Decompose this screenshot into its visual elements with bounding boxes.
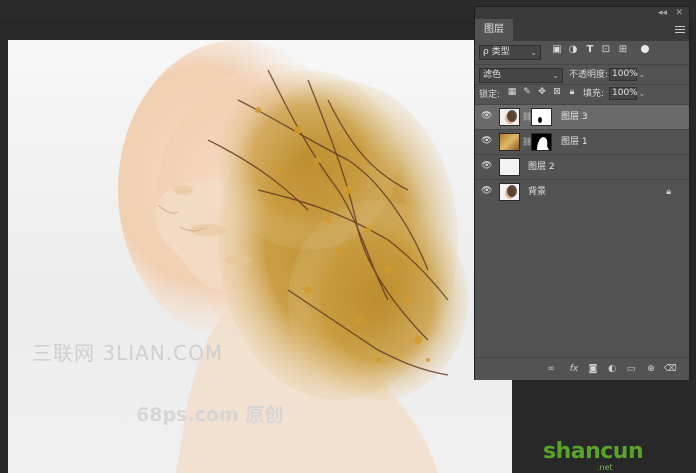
layers-list: 👁︎ ⛓︎ 图层 3 👁︎ ⛓︎ 图层 1 👁︎ 图层 2 👁︎ 背景 🔒︎	[475, 104, 689, 204]
layer-lock-icon: 🔒︎	[666, 187, 671, 197]
image-filter-icon[interactable]: ▣	[552, 45, 562, 55]
layer-row-1[interactable]: 👁︎ ⛓︎ 图层 1	[475, 129, 689, 154]
lock-position-icon[interactable]: ✥	[537, 87, 547, 97]
watermark-68ps: 68ps.com 原创	[136, 404, 284, 426]
document-canvas[interactable]: 三联网 3LIAN.COM 68ps.com 原创	[8, 40, 512, 473]
layers-panel: ◂◂ ✕ 图层 ρ 类型 ⌄ ▣ ◑ T ⊡ ⊞ 滤色 ⌄ 不透明度: 100%…	[474, 6, 690, 380]
fx-icon[interactable]: fx	[568, 363, 580, 375]
visibility-eye-icon[interactable]: 👁︎	[481, 137, 493, 146]
visibility-eye-icon[interactable]: 👁︎	[481, 112, 493, 121]
blend-options-row: 滤色 ⌄ 不透明度: 100% ⌄	[475, 64, 689, 85]
filter-toggle-icon[interactable]	[641, 45, 649, 53]
blend-mode-value: 滤色	[483, 70, 502, 80]
chevron-down-icon: ⌄	[530, 48, 537, 57]
fill-label: 填充:	[583, 89, 605, 99]
layer-thumbnail-portrait	[499, 183, 520, 201]
tab-layers[interactable]: 图层	[475, 19, 513, 41]
type-filter-icon[interactable]: T	[585, 45, 595, 55]
layer-row-2[interactable]: 👁︎ 图层 2	[475, 154, 689, 179]
layer-filter-row: ρ 类型 ⌄	[475, 43, 689, 63]
adjustment-filter-icon[interactable]: ◑	[568, 45, 578, 55]
lock-all-icon[interactable]: 🔒︎	[567, 87, 577, 97]
mask-link-icon[interactable]: ⛓︎	[522, 137, 532, 147]
opacity-field[interactable]: 100%	[609, 68, 638, 81]
link-layers-icon[interactable]: ∞	[545, 363, 557, 375]
filter-kind-select[interactable]: ρ 类型 ⌄	[479, 45, 541, 60]
lock-label: 锁定:	[479, 90, 501, 100]
brand-text: shancun	[543, 439, 644, 464]
new-group-icon[interactable]: ▭	[625, 363, 637, 375]
shancun-brand-logo: shancun .net	[543, 433, 693, 473]
mask-link-icon[interactable]: ⛓︎	[522, 112, 532, 122]
layer-name[interactable]: 图层 3	[561, 110, 588, 124]
delete-layer-icon[interactable]: ⌫	[664, 363, 677, 375]
shape-filter-icon[interactable]: ⊡	[601, 45, 611, 55]
chevron-down-icon: ⌄	[552, 71, 559, 80]
fill-field[interactable]: 100%	[609, 87, 638, 100]
new-layer-icon[interactable]: ⊕	[645, 363, 657, 375]
lock-pixels-icon[interactable]: ✎	[522, 87, 532, 97]
panel-title-strip: ◂◂ ✕	[475, 7, 689, 19]
panel-menu-icon[interactable]	[675, 26, 685, 34]
brand-sub-text: .net	[597, 463, 613, 472]
visibility-eye-icon[interactable]: 👁︎	[481, 187, 493, 196]
layer-name[interactable]: 图层 2	[528, 160, 555, 174]
visibility-eye-icon[interactable]: 👁︎	[481, 162, 493, 171]
layer-row-3[interactable]: 👁︎ ⛓︎ 图层 3	[475, 104, 689, 129]
search-icon: ρ	[483, 47, 489, 57]
layers-panel-footer: ∞ fx ◙ ◐ ▭ ⊕ ⌫	[475, 357, 689, 380]
lock-artboard-icon[interactable]: ⊠	[552, 87, 562, 97]
opacity-dropdown-icon[interactable]: ⌄	[637, 68, 647, 81]
fill-dropdown-icon[interactable]: ⌄	[637, 87, 647, 100]
collapse-panel-icon[interactable]: ◂◂	[658, 7, 667, 19]
layer-row-background[interactable]: 👁︎ 背景 🔒︎	[475, 179, 689, 204]
lock-transparent-icon[interactable]: ▦	[507, 87, 517, 97]
layer-mask-thumbnail[interactable]	[531, 133, 552, 151]
close-panel-icon[interactable]: ✕	[675, 7, 683, 19]
layer-thumbnail-portrait	[499, 108, 520, 126]
watermark-3lian: 三联网 3LIAN.COM	[32, 341, 224, 365]
blend-mode-select[interactable]: 滤色 ⌄	[479, 68, 563, 83]
filter-kind-label: 类型	[491, 47, 510, 57]
opacity-label: 不透明度:	[569, 70, 609, 80]
adjustment-layer-icon[interactable]: ◐	[606, 363, 618, 375]
layer-name[interactable]: 背景	[528, 185, 546, 199]
add-mask-icon[interactable]: ◙	[587, 363, 599, 375]
smart-object-filter-icon[interactable]: ⊞	[618, 45, 628, 55]
layer-thumbnail-leaves	[499, 133, 520, 151]
panel-tab-row: 图层	[475, 19, 689, 41]
layer-name[interactable]: 图层 1	[561, 135, 588, 149]
layer-thumbnail-white	[499, 158, 520, 176]
layer-mask-thumbnail[interactable]	[531, 108, 552, 126]
